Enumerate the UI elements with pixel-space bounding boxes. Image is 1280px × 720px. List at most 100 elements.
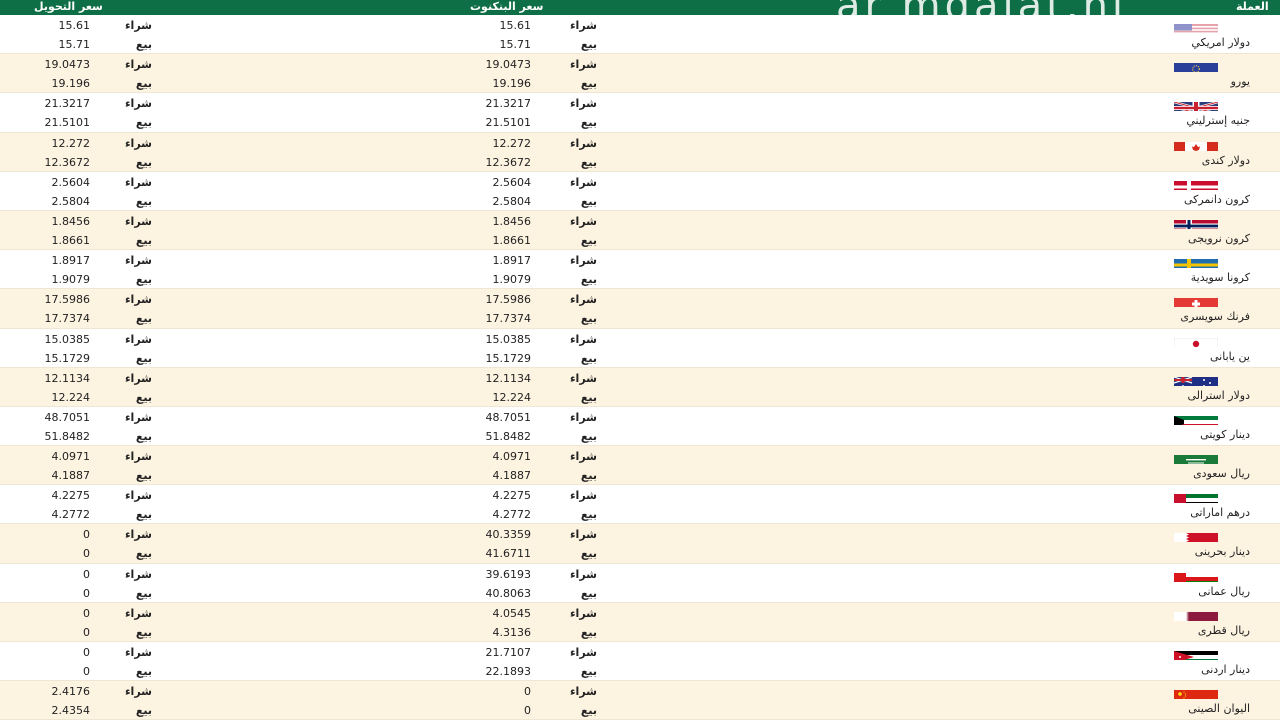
conversion-buy-value: 12.1134 xyxy=(44,371,91,385)
conversion-buy-value: 15.61 xyxy=(58,19,91,32)
banknote-buy-value: 0 xyxy=(524,685,531,699)
currency-name: ين يابانى xyxy=(1210,349,1250,363)
banknote-sell-value: 40.8063 xyxy=(485,586,532,600)
currency-name: درهم اماراتى xyxy=(1190,506,1250,520)
conversion-buy-value: 21.3217 xyxy=(44,97,91,111)
banknote-buy-value: 1.8456 xyxy=(492,214,532,228)
conversion-buy-value: 2.4176 xyxy=(51,685,91,699)
conversion-buy-label: شراء xyxy=(124,19,152,32)
conversion-sell-label: بيع xyxy=(135,429,152,443)
banknote-sell-value: 4.2772 xyxy=(492,508,532,522)
conversion-sell-value: 0 xyxy=(83,547,90,561)
conversion-buy-label: شراء xyxy=(124,450,152,464)
banknote-sell-value: 19.196 xyxy=(492,77,532,91)
conversion-buy-value: 48.7051 xyxy=(44,410,91,424)
conversion-sell-value: 1.8661 xyxy=(51,233,91,247)
conversion-sell-label: بيع xyxy=(135,390,152,404)
conversion-buy-label: شراء xyxy=(124,528,152,542)
jordan-flag-icon xyxy=(1174,648,1218,660)
sweden-flag-icon xyxy=(1174,256,1218,269)
conversion-buy-value: 0 xyxy=(83,567,90,581)
table-row: 12.272 12.3672 شراء بيع 12.272 12.3672 شراء بيع… xyxy=(0,132,1280,172)
conversion-buy-value: 2.5604 xyxy=(51,175,91,189)
banknote-sell-label: بيع xyxy=(580,508,597,522)
conversion-buy-value: 1.8917 xyxy=(51,254,91,268)
banknote-sell-label: بيع xyxy=(580,390,597,404)
conversion-sell-label: بيع xyxy=(135,547,152,561)
banknote-buy-value: 4.0545 xyxy=(492,606,532,620)
bahrain-flag-icon xyxy=(1174,530,1218,543)
currency-name: فرنك سويسرى xyxy=(1180,310,1250,324)
currency-name: ريال سعودى xyxy=(1193,467,1250,481)
conversion-sell-value: 19.196 xyxy=(51,77,91,91)
conversion-buy-value: 15.0385 xyxy=(44,332,91,346)
currency-table: 15.61 15.71 شراء بيع 15.61 15.71 شراء بيع دولار … xyxy=(0,15,1280,720)
banknote-buy-label: شراء xyxy=(569,19,597,32)
conversion-sell-label: بيع xyxy=(135,469,152,483)
conversion-sell-value: 12.3672 xyxy=(44,155,91,169)
banknote-buy-label: شراء xyxy=(569,136,597,150)
currency-name: دولار كندى xyxy=(1201,153,1250,167)
qatar-flag-icon xyxy=(1174,609,1218,621)
banknote-buy-value: 17.5986 xyxy=(485,293,532,307)
conversion-sell-label: بيع xyxy=(135,665,152,678)
banknote-buy-label: شراء xyxy=(569,606,597,620)
conversion-sell-value: 12.224 xyxy=(51,390,91,404)
conversion-buy-label: شراء xyxy=(124,214,152,228)
conversion-sell-label: بيع xyxy=(135,586,152,600)
conversion-buy-label: شراء xyxy=(124,293,152,307)
banknote-buy-value: 15.61 xyxy=(499,19,532,32)
banknote-sell-label: بيع xyxy=(580,116,597,130)
conversion-sell-label: بيع xyxy=(135,194,152,208)
conversion-sell-value: 1.9079 xyxy=(51,273,91,287)
banknote-buy-value: 39.6193 xyxy=(485,567,532,581)
banknote-buy-value: 2.5604 xyxy=(492,175,532,189)
banknote-sell-label: بيع xyxy=(580,312,597,326)
banknote-buy-label: شراء xyxy=(569,410,597,424)
conversion-sell-label: بيع xyxy=(135,116,152,130)
currency-name: جنيه إسترليني xyxy=(1186,114,1250,128)
banknote-sell-label: بيع xyxy=(580,155,597,169)
banknote-sell-label: بيع xyxy=(580,625,597,639)
table-row: 15.0385 15.1729 شراء بيع 15.0385 15.1729 شراء ب… xyxy=(0,329,1280,368)
conversion-buy-value: 19.0473 xyxy=(44,58,91,72)
conversion-sell-label: بيع xyxy=(135,312,152,326)
oman-flag-icon xyxy=(1174,570,1218,582)
currency-name: دولار امريكي xyxy=(1191,36,1250,49)
uk-flag-icon xyxy=(1174,99,1218,112)
banknote-buy-value: 12.272 xyxy=(492,136,532,150)
banknote-sell-label: بيع xyxy=(580,77,597,91)
conversion-sell-label: بيع xyxy=(135,77,152,91)
japan-flag-icon xyxy=(1174,335,1218,347)
banknote-buy-label: شراء xyxy=(569,332,597,346)
banknote-sell-label: بيع xyxy=(580,586,597,600)
conversion-sell-label: بيع xyxy=(135,704,152,718)
banknote-sell-value: 2.5804 xyxy=(492,194,532,208)
australia-flag-icon xyxy=(1174,374,1218,386)
banknote-buy-label: شراء xyxy=(569,489,597,503)
conversion-buy-value: 1.8456 xyxy=(51,214,91,228)
conversion-sell-value: 15.71 xyxy=(58,38,91,51)
conversion-buy-label: شراء xyxy=(124,567,152,581)
us-flag-icon xyxy=(1174,21,1218,33)
banknote-sell-value: 12.224 xyxy=(492,390,532,404)
table-row: 19.0473 19.196 شراء بيع 19.0473 19.196 شراء بيع… xyxy=(0,54,1280,94)
banknote-buy-value: 48.7051 xyxy=(485,410,532,424)
conversion-buy-label: شراء xyxy=(124,97,152,111)
banknote-sell-label: بيع xyxy=(580,704,597,718)
banknote-buy-value: 12.1134 xyxy=(485,371,532,385)
table-row: 12.1134 12.224 شراء بيع 12.1134 12.224 شراء بيع… xyxy=(0,367,1280,407)
banknote-buy-label: شراء xyxy=(569,371,597,385)
conversion-buy-label: شراء xyxy=(124,175,152,189)
conversion-buy-label: شراء xyxy=(124,410,152,424)
banknote-buy-value: 19.0473 xyxy=(485,58,532,72)
conversion-sell-label: بيع xyxy=(135,38,152,51)
conversion-sell-value: 21.5101 xyxy=(44,116,91,130)
banknote-buy-value: 4.0971 xyxy=(492,450,532,464)
conversion-sell-label: بيع xyxy=(135,625,152,639)
conversion-sell-value: 4.2772 xyxy=(51,508,91,522)
banknote-buy-label: شراء xyxy=(569,528,597,542)
table-row: 48.7051 51.8482 شراء بيع 48.7051 51.8482 شراء ب… xyxy=(0,407,1280,447)
banknote-sell-value: 21.5101 xyxy=(485,116,532,130)
banknote-sell-label: بيع xyxy=(580,665,597,678)
